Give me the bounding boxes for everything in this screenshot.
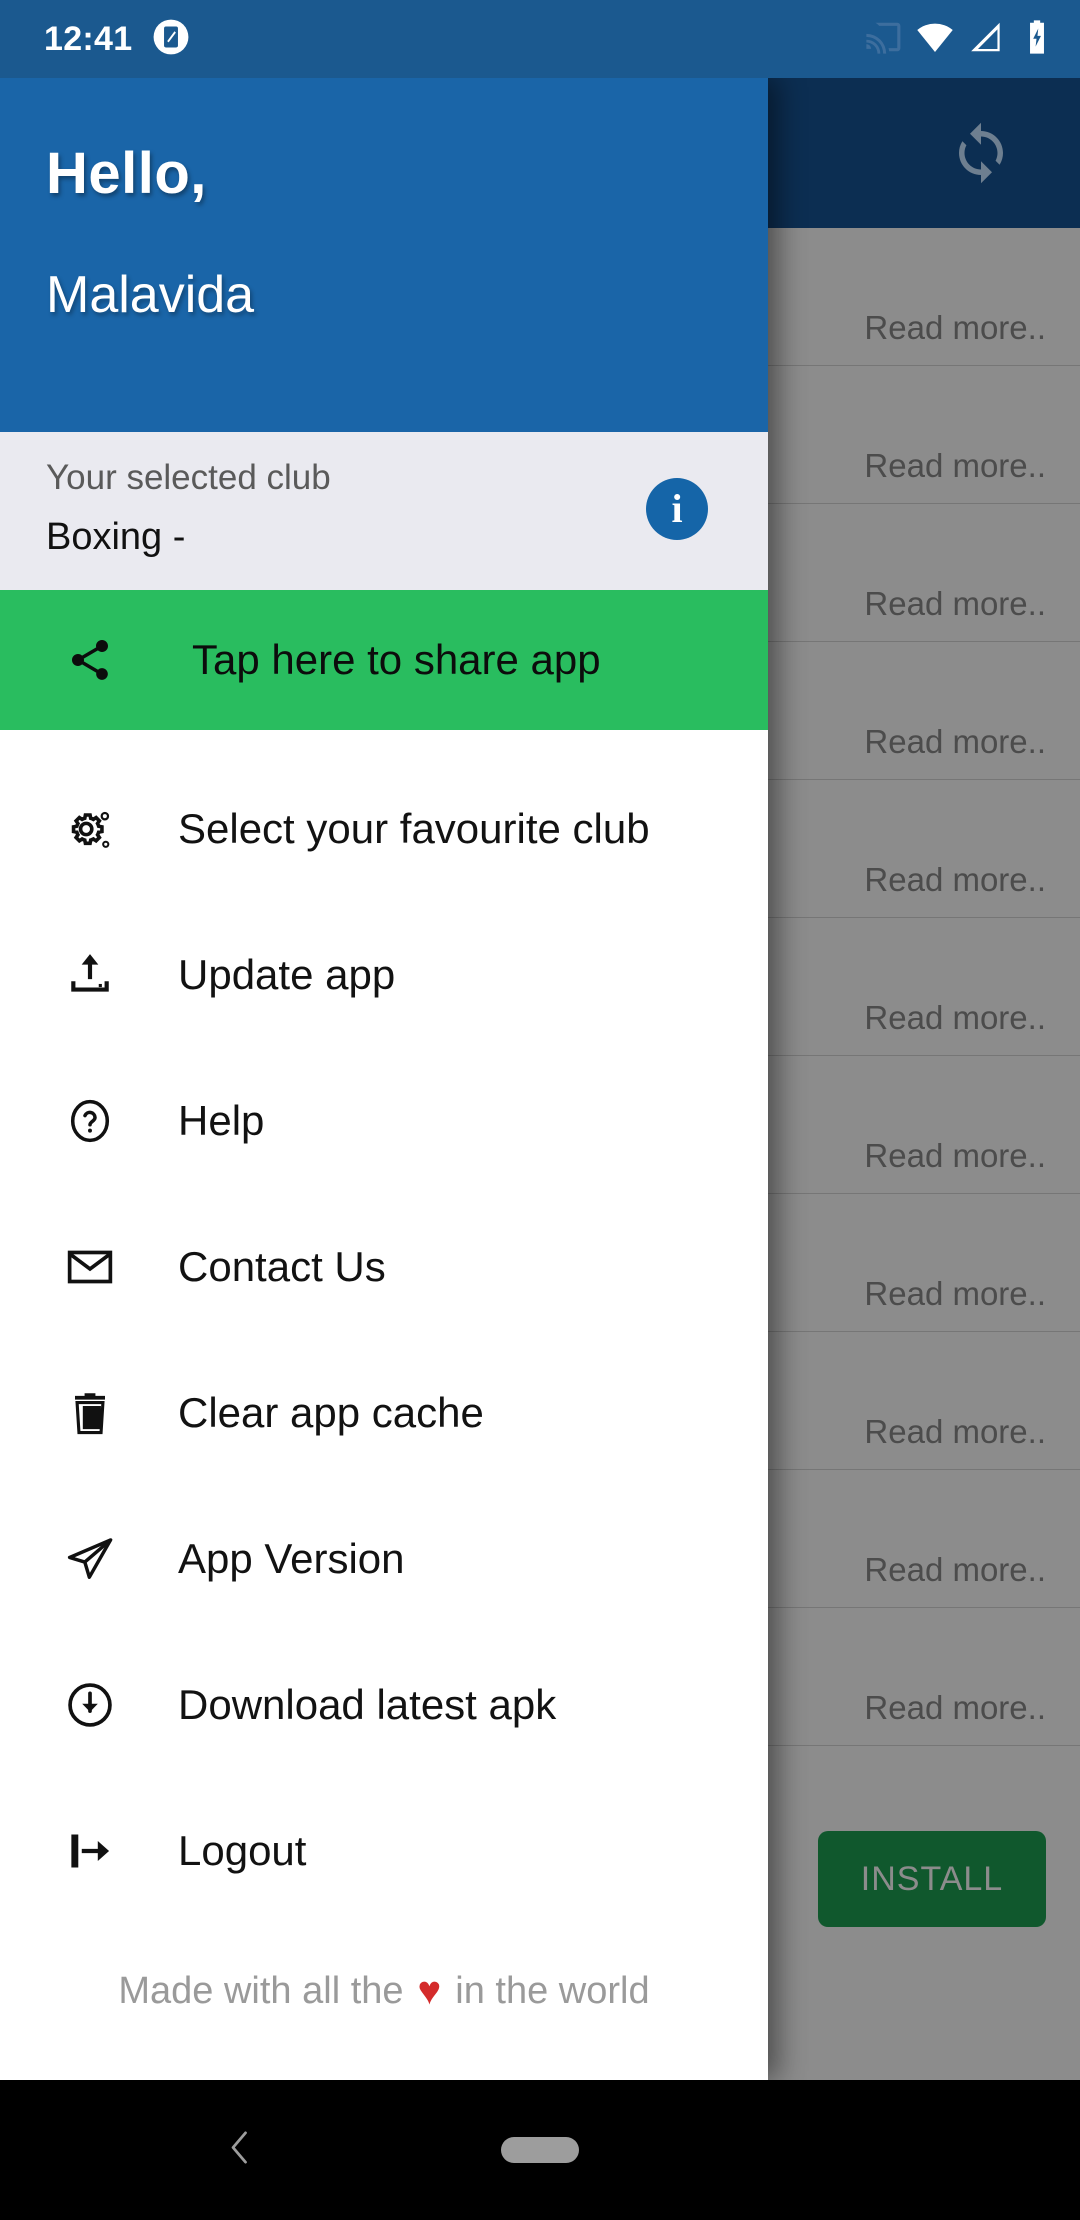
battery-charging-icon [1020, 18, 1054, 61]
screenshot-icon [152, 18, 190, 61]
cast-icon [864, 18, 902, 61]
menu-item-download-apk[interactable]: Download latest apk [0, 1632, 768, 1778]
status-bar-left: 12:41 [44, 18, 190, 61]
footer-prefix: Made with all the [118, 1969, 404, 2012]
menu-item-select-club[interactable]: Select your favourite club [0, 756, 768, 902]
footer-suffix: in the world [455, 1969, 650, 2012]
status-bar: 12:41 [0, 0, 1080, 78]
home-pill[interactable] [501, 2137, 579, 2163]
menu-item-label: Help [178, 1097, 265, 1144]
selected-club-value: Boxing - [46, 516, 186, 558]
menu-item-contact-us[interactable]: Contact Us [0, 1194, 768, 1340]
status-bar-right [864, 18, 1054, 61]
refresh-icon[interactable] [948, 118, 1014, 188]
envelope-icon [62, 1239, 118, 1295]
sign-out-icon [62, 1823, 118, 1879]
menu-item-label: Clear app cache [178, 1389, 484, 1436]
phone-screen: d won by Read more.. or Lomachenko? Read… [0, 0, 1080, 2220]
info-icon[interactable]: i [646, 478, 708, 540]
drawer-header: Hello, Malavida [0, 78, 768, 432]
menu-item-clear-cache[interactable]: Clear app cache [0, 1340, 768, 1486]
menu-item-app-version[interactable]: App Version [0, 1486, 768, 1632]
share-icon [62, 632, 118, 688]
menu-item-label: Logout [178, 1827, 307, 1874]
selected-club-section[interactable]: Your selected club Boxing - i [0, 432, 768, 590]
menu-item-label: Select your favourite club [178, 805, 650, 852]
info-glyph: i [671, 486, 683, 531]
menu-item-label: Download latest apk [178, 1681, 557, 1728]
menu-item-label: Update app [178, 951, 396, 998]
cogs-icon [62, 801, 118, 857]
username-text: Malavida [46, 266, 255, 324]
download-circle-icon [62, 1677, 118, 1733]
drawer-footer: Made with all the ♥ in the world [0, 1930, 768, 2080]
drawer-menu: Select your favourite club Update app He… [0, 730, 768, 1930]
menu-item-logout[interactable]: Logout [0, 1778, 768, 1924]
menu-item-label: Contact Us [178, 1243, 386, 1290]
paper-plane-icon [62, 1531, 118, 1587]
back-icon[interactable] [218, 2126, 262, 2175]
share-app-label: Tap here to share app [192, 636, 601, 683]
android-nav-bar [0, 2080, 1080, 2220]
greeting-text: Hello, [46, 141, 207, 206]
question-circle-icon [62, 1093, 118, 1149]
menu-item-label: App Version [178, 1535, 405, 1582]
heart-icon: ♥ [417, 1968, 442, 2013]
upload-icon [62, 947, 118, 1003]
selected-club-label: Your selected club [46, 458, 331, 497]
share-app-row[interactable]: Tap here to share app [0, 590, 768, 730]
navigation-drawer: Hello, Malavida Your selected club Boxin… [0, 78, 768, 2080]
trash-icon [62, 1385, 118, 1441]
wifi-icon [916, 18, 954, 61]
menu-item-help[interactable]: Help [0, 1048, 768, 1194]
signal-icon [968, 18, 1006, 61]
status-clock: 12:41 [44, 19, 133, 58]
menu-item-update-app[interactable]: Update app [0, 902, 768, 1048]
